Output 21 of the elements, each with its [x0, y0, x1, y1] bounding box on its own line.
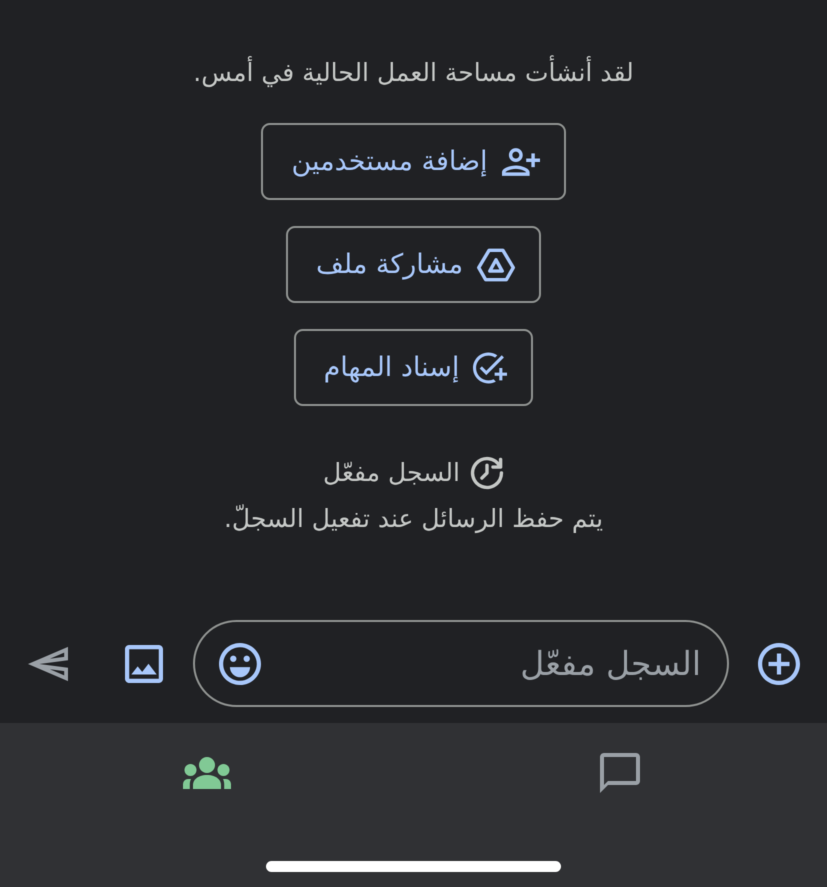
workspace-created-text: لقد أنشأت مساحة العمل الحالية في أمس.: [193, 56, 634, 90]
send-icon: [28, 646, 68, 682]
image-button[interactable]: [125, 644, 163, 682]
group-icon: [182, 757, 231, 789]
history-icon: [470, 456, 504, 490]
chat-icon: [599, 753, 642, 793]
triangle-icon: [477, 248, 516, 282]
message-field[interactable]: السجل مفعّل: [193, 620, 729, 707]
emoji-icon: [219, 642, 261, 684]
check-plus-icon: [473, 350, 508, 384]
person-add-icon: [502, 146, 540, 176]
add-button[interactable]: [758, 642, 800, 684]
image-icon: [125, 644, 163, 682]
assign-tasks-button[interactable]: إسناد المهام: [294, 329, 534, 406]
history-status-text: السجل مفعّل: [323, 457, 460, 489]
history-note-text: يتم حفظ الرسائل عند تفعيل السجلّ.: [224, 503, 604, 536]
add-users-button[interactable]: إضافة مستخدمين: [261, 123, 566, 200]
send-button[interactable]: [28, 646, 68, 682]
share-file-button[interactable]: مشاركة ملف: [286, 226, 542, 303]
add-icon: [758, 642, 800, 684]
emoji-button[interactable]: [219, 642, 261, 684]
